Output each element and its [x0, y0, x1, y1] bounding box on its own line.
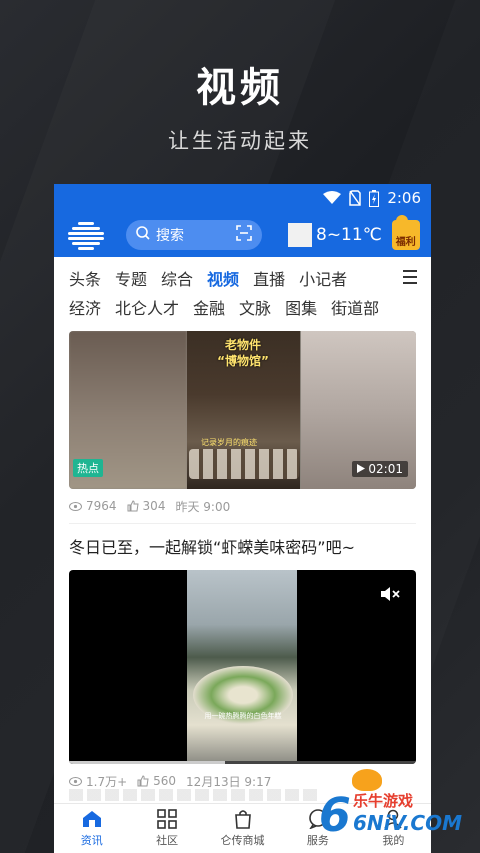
phone-screenshot: 2:06 搜索 8~11℃ 福利 头条 专题 综合 视频 直播 小记者 经济 北… — [54, 184, 431, 853]
tab-street[interactable]: 街道部 — [331, 295, 379, 319]
watermark-logo-text: 6NiV.COM — [352, 811, 462, 835]
view-count: 7964 — [69, 499, 117, 513]
scan-icon[interactable] — [236, 224, 252, 245]
tab-gallery[interactable]: 图集 — [285, 295, 317, 319]
shopping-bag-icon — [234, 810, 251, 829]
home-icon — [82, 811, 101, 827]
plates-display — [189, 449, 299, 479]
video-thumbnail[interactable]: 老物件 “博物馆” 记录岁月的痕迹 热点 02:01 — [69, 331, 416, 489]
thumbs-up-icon — [137, 775, 149, 787]
search-bar[interactable]: 搜索 — [126, 219, 262, 250]
weather-icon — [288, 222, 312, 247]
tab-junior-reporter[interactable]: 小记者 — [299, 266, 347, 290]
play-icon — [356, 464, 365, 473]
tab-zhuanti[interactable]: 专题 — [115, 266, 147, 290]
video-progress-bar[interactable] — [69, 761, 416, 764]
watermark-mascot-icon — [352, 769, 382, 791]
battery-icon — [369, 189, 380, 207]
eye-icon — [69, 501, 82, 511]
watermark-brand: 乐牛游戏 — [352, 792, 413, 810]
video-player[interactable]: 用一碗热腾腾的白色年糕 — [69, 570, 416, 764]
article-title[interactable]: 冬日已至，一起解锁“虾蝾美味密码”吧~ — [54, 524, 431, 564]
welfare-button[interactable]: 福利 — [391, 214, 420, 250]
tab-economy[interactable]: 经济 — [69, 295, 101, 319]
partial-next-title — [69, 789, 319, 801]
eye-icon — [69, 776, 82, 786]
video-duration: 02:01 — [351, 461, 408, 477]
app-bar: 搜索 8~11℃ 福利 — [54, 212, 431, 257]
tab-zonghe[interactable]: 综合 — [161, 266, 193, 290]
tab-live[interactable]: 直播 — [253, 266, 285, 290]
publish-time: 12月13日 9:17 — [186, 774, 272, 789]
welfare-label: 福利 — [395, 236, 416, 248]
search-placeholder: 搜索 — [156, 227, 184, 244]
app-logo-icon[interactable] — [68, 221, 104, 250]
feed-item[interactable]: 老物件 “博物馆” 记录岁月的痕迹 热点 02:01 7964 304 昨天 9… — [54, 331, 431, 523]
publish-time: 昨天 9:00 — [175, 499, 231, 514]
tab-video[interactable]: 视频 — [207, 266, 239, 290]
like-count[interactable]: 304 — [127, 499, 165, 513]
status-bar: 2:06 — [54, 184, 431, 212]
status-time: 2:06 — [387, 189, 421, 207]
tab-talent[interactable]: 北仑人才 — [115, 295, 179, 319]
nav-community[interactable]: 社区 — [129, 804, 204, 853]
hot-badge: 热点 — [73, 459, 103, 477]
video-caption: 记录岁月的痕迹 — [201, 438, 257, 447]
feed-item[interactable]: 用一碗热腾腾的白色年糕 1.7万+ 560 12月13日 9:17 — [54, 570, 431, 798]
watermark-logo: 6 — [318, 788, 351, 842]
thumbs-up-icon — [127, 500, 139, 512]
category-tabs: 头条 专题 综合 视频 直播 小记者 经济 北仑人才 金融 文脉 图集 街道部 — [54, 257, 431, 321]
tab-finance[interactable]: 金融 — [193, 295, 225, 319]
tab-row-2: 经济 北仑人才 金融 文脉 图集 街道部 — [69, 292, 431, 321]
weather-temperature: 8~11℃ — [316, 224, 382, 245]
tab-row-1: 头条 专题 综合 视频 直播 小记者 — [69, 263, 431, 292]
video-overlay-title: 老物件 “博物馆” — [217, 338, 269, 368]
wifi-icon — [323, 191, 342, 205]
hero-subtitle: 让生活动起来 — [168, 129, 312, 153]
search-icon — [136, 225, 150, 244]
hero-title: 视频 — [196, 65, 284, 111]
feed-meta: 7964 304 昨天 9:00 — [69, 489, 416, 523]
nav-news[interactable]: 资讯 — [54, 804, 129, 853]
nav-mall[interactable]: 仑传商城 — [205, 804, 280, 853]
tab-toutiao[interactable]: 头条 — [69, 266, 101, 290]
menu-icon[interactable] — [403, 270, 417, 288]
weather-widget[interactable]: 8~11℃ — [288, 222, 382, 247]
watermark: 6 乐牛游戏 6NiV.COM — [318, 788, 462, 842]
grid-icon — [157, 809, 177, 829]
video-caption: 用一碗热腾腾的白色年糕 — [204, 712, 282, 720]
mute-icon[interactable] — [380, 586, 400, 606]
no-sim-icon — [349, 190, 362, 206]
view-count: 1.7万+ — [69, 773, 127, 790]
tab-culture[interactable]: 文脉 — [239, 295, 271, 319]
like-count[interactable]: 560 — [137, 774, 176, 788]
